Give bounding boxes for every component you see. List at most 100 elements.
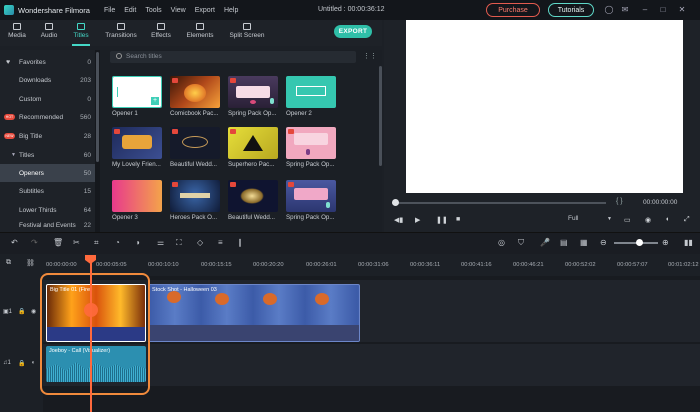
tutorials-button[interactable]: Tutorials: [548, 3, 594, 17]
panel-toggle-icon[interactable]: ▮▮: [684, 238, 693, 247]
lock-icon[interactable]: 🔒: [18, 360, 25, 367]
eye-icon[interactable]: ◉: [31, 308, 36, 315]
sidebar-item-openers[interactable]: Openers 50: [0, 164, 95, 182]
preview-scrubber-knob[interactable]: [392, 199, 399, 206]
title-thumb-my-lovely-friend[interactable]: [112, 127, 162, 159]
sidebar-item-titles[interactable]: ▼ Titles 60: [0, 146, 95, 164]
sidebar-item-lower-thirds[interactable]: Lower Thirds 64: [0, 201, 95, 219]
title-thumb-beautiful-wedding-1[interactable]: [170, 127, 220, 159]
speed-icon[interactable]: ◔: [115, 238, 120, 247]
playhead[interactable]: [90, 256, 92, 412]
volume-icon[interactable]: ◖: [665, 216, 669, 223]
render-icon[interactable]: ◎: [498, 238, 505, 247]
snapshot-camera-icon[interactable]: ◉: [645, 216, 651, 224]
clip-strip: [149, 325, 359, 341]
color-icon[interactable]: ◑: [135, 238, 140, 247]
cut-icon[interactable]: ✂: [73, 238, 80, 247]
sidebar-item-festival-and-events[interactable]: Festival and Events 22: [0, 219, 95, 232]
maximize-icon[interactable]: □: [658, 5, 668, 15]
menu-file[interactable]: File: [104, 7, 115, 14]
playhead-knob[interactable]: [84, 303, 98, 317]
new-badge: NEW: [4, 133, 15, 139]
crop-icon[interactable]: ⌗: [94, 238, 99, 248]
marker-icon[interactable]: ⛉: [518, 238, 524, 248]
sidebar-item-favorites[interactable]: ♥ Favorites 0: [0, 53, 95, 71]
adjust-icon[interactable]: ⚌: [157, 238, 164, 247]
title-thumb-beautiful-wedding-2[interactable]: [228, 180, 278, 212]
keyframe-icon[interactable]: ◇: [197, 238, 203, 247]
microphone-icon[interactable]: 🎤: [540, 238, 550, 247]
minimize-icon[interactable]: –: [640, 5, 650, 15]
menu-export[interactable]: Export: [195, 7, 215, 14]
menu-tools[interactable]: Tools: [145, 7, 161, 14]
title-thumb-opener-2[interactable]: [286, 76, 336, 108]
undo-icon[interactable]: ↶: [11, 238, 18, 247]
title-thumb-opener-3[interactable]: [112, 180, 162, 212]
audio-wave-icon[interactable]: ∥: [238, 238, 242, 247]
delete-icon[interactable]: 🗑: [53, 238, 63, 247]
stop-icon[interactable]: ■: [456, 216, 460, 223]
title-thumb-comicbook-pack[interactable]: [170, 76, 220, 108]
lock-icon[interactable]: 🔒: [18, 308, 25, 315]
heart-badge-icon: [230, 182, 236, 187]
preview-scrubber[interactable]: [392, 202, 606, 204]
tab-transitions[interactable]: Transitions: [102, 22, 140, 44]
quality-select[interactable]: Full ▼: [568, 215, 614, 226]
fit-icon[interactable]: ⛶: [176, 238, 182, 248]
sidebar-item-recommended[interactable]: HOT Recommended 560: [0, 108, 95, 126]
tab-split-screen[interactable]: Split Screen: [226, 22, 268, 44]
video-clip-stock-shot[interactable]: Stock Shot - Halloween 03: [148, 284, 360, 342]
ruler-tick-label: 00:00:26:01: [306, 262, 337, 268]
library-scrollbar[interactable]: [379, 66, 382, 166]
play-icon[interactable]: ▶: [415, 216, 420, 224]
title-thumb-opener-1[interactable]: +: [112, 76, 162, 108]
mark-in-out-icon[interactable]: { }: [616, 198, 623, 205]
grid-view-icon[interactable]: ⋮⋮: [363, 53, 377, 61]
redo-icon[interactable]: ↷: [31, 238, 38, 247]
link-icon[interactable]: ⛓: [26, 259, 35, 267]
account-icon[interactable]: ◯: [604, 5, 614, 15]
sidebar-item-big-title[interactable]: NEW Big Title 28: [0, 127, 95, 145]
close-icon[interactable]: ✕: [677, 5, 687, 15]
tab-titles[interactable]: Titles: [64, 22, 98, 46]
tab-media[interactable]: Media: [0, 22, 34, 44]
add-icon[interactable]: +: [151, 97, 159, 105]
zoom-in-icon[interactable]: ⊕: [662, 238, 669, 247]
tab-audio[interactable]: Audio: [32, 22, 66, 44]
search-input[interactable]: Search titles: [110, 51, 356, 63]
menu-edit[interactable]: Edit: [124, 7, 136, 14]
export-button[interactable]: EXPORT: [334, 25, 372, 38]
title-thumb-heroes-pack[interactable]: [170, 180, 220, 212]
heart-badge-icon: [288, 129, 294, 134]
add-track-icon[interactable]: ⧉: [6, 259, 11, 267]
title-label: Comicbook Pac...: [170, 110, 219, 117]
zoom-out-icon[interactable]: ⊖: [600, 238, 607, 247]
speaker-icon[interactable]: ◖: [31, 360, 35, 366]
scrollbar-thumb[interactable]: [96, 52, 99, 162]
fullscreen-icon[interactable]: ⤢: [684, 216, 690, 224]
sidebar-item-custom[interactable]: Custom 0: [0, 90, 95, 108]
pause-icon[interactable]: ❚❚: [436, 216, 448, 224]
sidebar-item-subtitles[interactable]: Subtitles 15: [0, 182, 95, 200]
step-back-icon[interactable]: ◀▮: [394, 216, 403, 224]
sidebar-item-downloads[interactable]: Downloads 203: [0, 71, 95, 89]
monitor-icon[interactable]: ▭: [624, 216, 631, 224]
auto-match-icon[interactable]: ▦: [580, 238, 588, 247]
menu-view[interactable]: View: [171, 7, 186, 14]
menu-help[interactable]: Help: [224, 7, 238, 14]
tab-label: Titles: [73, 32, 89, 39]
purchase-button[interactable]: Purchase: [486, 3, 540, 17]
title-thumb-spring-pack-2[interactable]: [286, 127, 336, 159]
title-thumb-spring-pack-3[interactable]: [286, 180, 336, 212]
zoom-slider-knob[interactable]: [636, 239, 643, 246]
voiceover-icon[interactable]: ▤: [560, 238, 568, 247]
title-thumb-superhero-pack[interactable]: [228, 127, 278, 159]
title-thumb-spring-pack-1[interactable]: [228, 76, 278, 108]
tab-effects[interactable]: Effects: [144, 22, 178, 44]
sidebar-item-count: 203: [80, 76, 91, 84]
sidebar-item-count: 22: [83, 222, 91, 229]
tab-elements[interactable]: Elements: [183, 22, 217, 44]
equalizer-icon[interactable]: ≡: [218, 238, 223, 247]
chevron-down-icon[interactable]: ▼: [11, 152, 16, 158]
notification-icon[interactable]: ✉: [620, 5, 630, 15]
